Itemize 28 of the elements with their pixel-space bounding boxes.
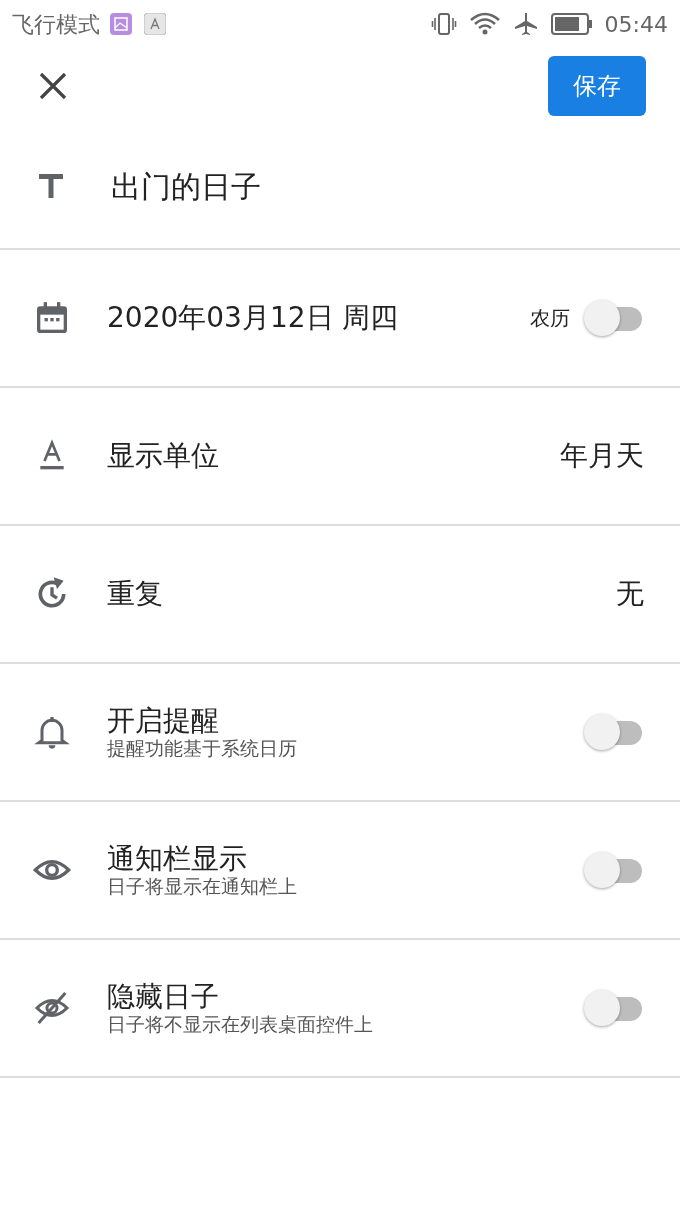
- setting-label: 通知栏显示: [107, 841, 247, 876]
- title-text: 出门的日子: [111, 167, 261, 206]
- toggle-switch[interactable]: [584, 851, 644, 889]
- setting-value[interactable]: 年月天: [560, 435, 644, 477]
- toggle-switch[interactable]: [584, 299, 644, 337]
- vibrate-icon: [430, 11, 457, 37]
- close-icon[interactable]: [38, 71, 68, 101]
- setting-label: 2020年03月12日 周四: [107, 301, 399, 335]
- battery-icon: [550, 12, 593, 36]
- setting-value[interactable]: 无: [616, 573, 644, 615]
- keyboard-notification-icon: [144, 13, 166, 35]
- setting-description: 提醒功能基于系统日历: [107, 737, 297, 761]
- title-icon: [36, 171, 66, 201]
- setting-label: 显示单位: [107, 439, 219, 473]
- toggle-switch[interactable]: [584, 713, 644, 751]
- status-text: 飞行模式: [12, 10, 100, 39]
- setting-label: 重复: [107, 577, 163, 611]
- wifi-icon: [468, 11, 501, 37]
- gallery-notification-icon: [110, 13, 132, 35]
- setting-description: 日子将不显示在列表桌面控件上: [107, 1013, 373, 1037]
- status-time: 05:44: [604, 10, 668, 39]
- setting-label: 隐藏日子: [107, 979, 219, 1014]
- airplane-icon: [512, 11, 539, 37]
- save-button[interactable]: 保存: [548, 56, 646, 116]
- setting-description: 日子将显示在通知栏上: [107, 875, 297, 899]
- setting-label: 开启提醒: [107, 703, 219, 738]
- toggle-switch[interactable]: [584, 989, 644, 1027]
- lunar-label: 农历: [530, 305, 570, 332]
